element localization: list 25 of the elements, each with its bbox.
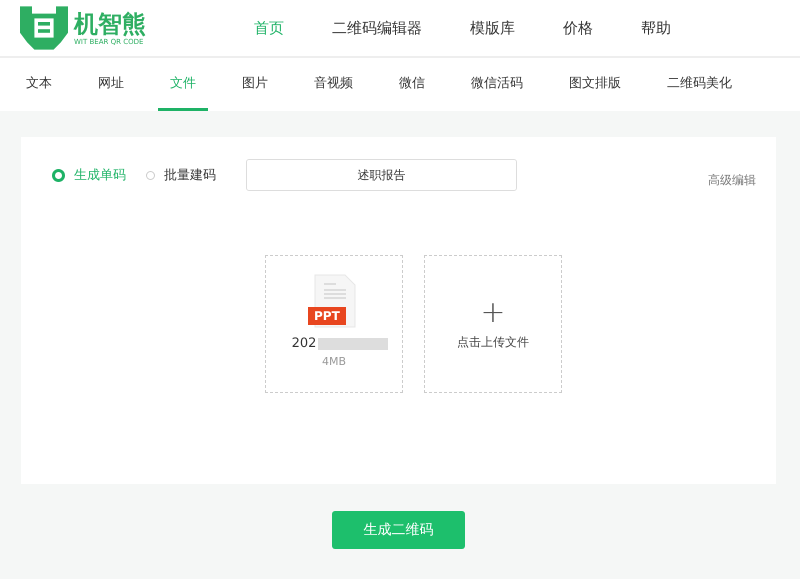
upload-label: 点击上传文件 [457,334,529,350]
file-card[interactable]: PPT 202 4MB [265,255,403,393]
category-tab[interactable]: 音视频 [302,58,365,111]
advanced-edit-link[interactable]: 高级编辑 [708,172,756,188]
plus-icon: + [480,298,506,328]
title-field[interactable]: 述职报告 [246,159,517,191]
category-tab[interactable]: 网址 [86,58,136,111]
mode-radio[interactable]: 批量建码 [146,166,216,184]
category-tab[interactable]: 微信活码 [459,58,535,111]
category-tab[interactable]: 二维码美化 [655,58,744,111]
category-tab[interactable]: 图文排版 [557,58,633,111]
category-tab[interactable]: 微信 [387,58,437,111]
file-name: 202 [292,336,316,351]
bear-logo-icon [20,6,68,50]
category-tab[interactable]: 图片 [230,58,280,111]
nav-link[interactable]: 帮助 [617,18,695,38]
nav-link[interactable]: 模版库 [446,18,539,38]
category-tab[interactable]: 文本 [14,58,64,111]
nav-link[interactable]: 二维码编辑器 [308,18,446,38]
logo-name: 机智熊 [74,10,146,38]
upload-area[interactable]: + 点击上传文件 [424,255,562,393]
nav-link[interactable]: 价格 [539,18,617,38]
file-type-badge: PPT [308,307,346,325]
redaction-blur [318,338,388,350]
file-size: 4MB [322,355,346,368]
